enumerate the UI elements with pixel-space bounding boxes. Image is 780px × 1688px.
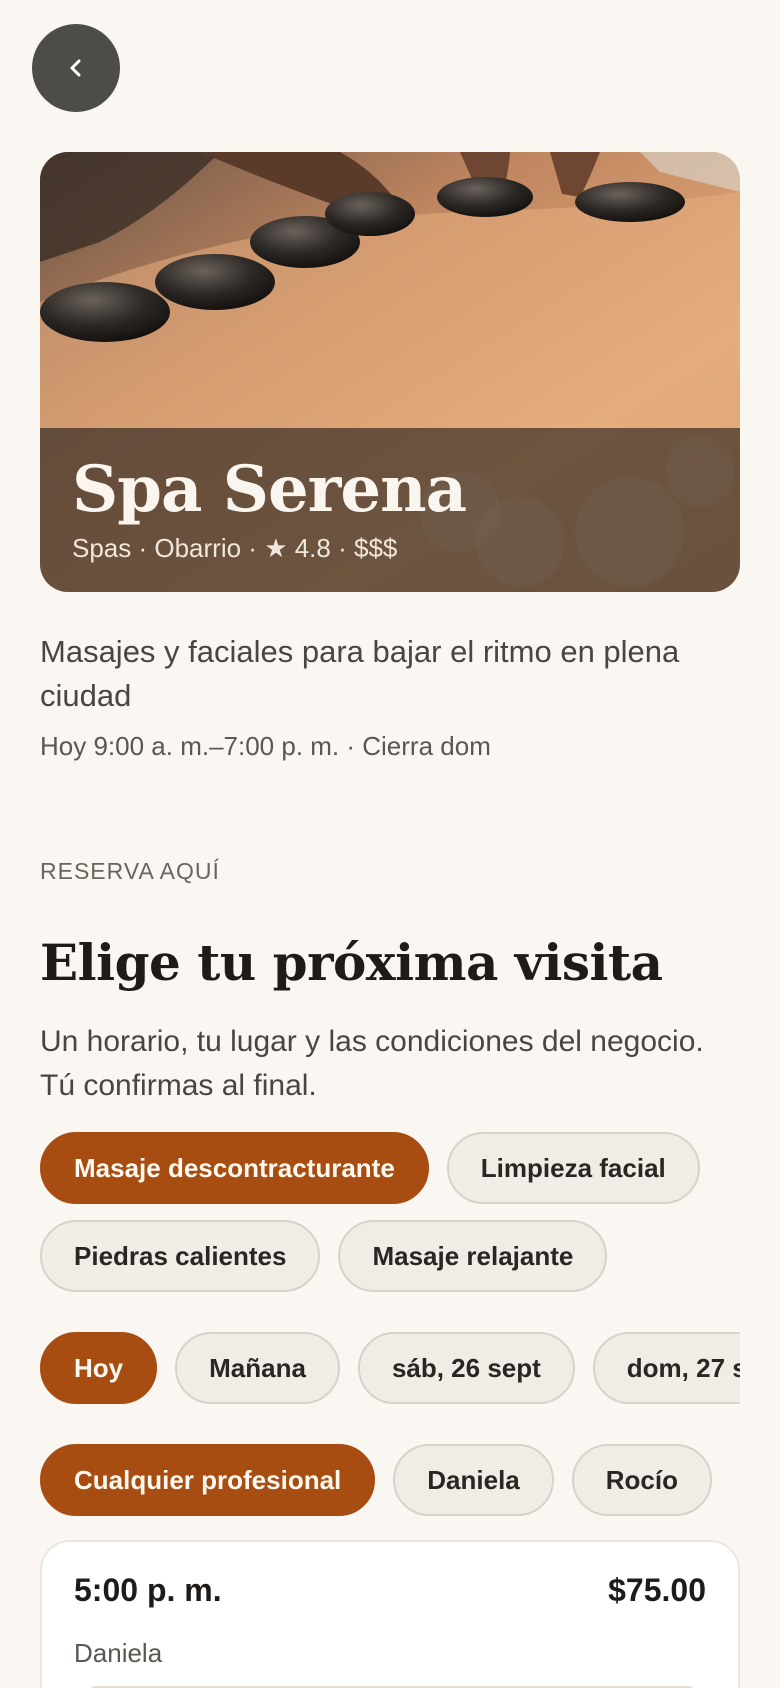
back-button[interactable]	[32, 24, 120, 112]
slot-price: $75.00	[608, 1572, 706, 1608]
service-chips-row-2: Piedras calientes Masaje relajante	[40, 1220, 608, 1292]
date-chip-manana[interactable]: Mañana	[175, 1332, 340, 1404]
booking-subtitle: Un horario, tu lugar y las condiciones d…	[40, 1025, 704, 1102]
service-chips-row-1: Masaje descontracturante Limpieza facial	[40, 1132, 700, 1204]
slot-professional: Daniela	[74, 1638, 163, 1668]
venue-neighborhood: Obarrio	[154, 533, 242, 563]
service-chip-piedras-calientes[interactable]: Piedras calientes	[40, 1220, 321, 1292]
service-chip-masaje-relajante[interactable]: Masaje relajante	[338, 1220, 608, 1292]
professional-chip-daniela[interactable]: Daniela	[393, 1444, 554, 1516]
venue-description: Masajes y faciales para bajar el ritmo e…	[40, 634, 680, 713]
hero-info-overlay: Spa Serena Spas · Obarrio · ★ 4.8 · $$$	[40, 428, 740, 592]
venue-rating: ★ 4.8	[264, 533, 331, 563]
date-chip-hoy[interactable]: Hoy	[40, 1332, 158, 1404]
venue-meta: Spas · Obarrio · ★ 4.8 · $$$	[72, 533, 398, 563]
booking-title: Elige tu próxima visita	[40, 933, 663, 992]
date-chip-sab-26[interactable]: sáb, 26 sept	[357, 1332, 575, 1404]
chevron-left-icon	[70, 59, 81, 77]
professional-chip-any[interactable]: Cualquier profesional	[40, 1444, 376, 1516]
time-slot-card[interactable]: 5:00 p. m. $75.00 Daniela	[40, 1540, 740, 1688]
booking-eyebrow: RESERVA AQUÍ	[40, 858, 220, 884]
slot-time: 5:00 p. m.	[74, 1572, 222, 1608]
venue-category: Spas	[72, 533, 132, 563]
hero-card: Spa Serena Spas · Obarrio · ★ 4.8 · $$$	[40, 152, 740, 592]
date-chips: Hoy Mañana sáb, 26 sept dom, 27 sept	[40, 1332, 740, 1404]
service-chip-limpieza-facial[interactable]: Limpieza facial	[446, 1132, 700, 1204]
professional-chip-rocio[interactable]: Rocío	[571, 1444, 712, 1516]
professional-chips: Cualquier profesional Daniela Rocío	[40, 1444, 712, 1516]
date-chip-dom-27[interactable]: dom, 27 sept	[592, 1332, 740, 1404]
service-chip-masaje-descontracturante[interactable]: Masaje descontracturante	[40, 1132, 429, 1204]
venue-hours: Hoy 9:00 a. m.–7:00 p. m. · Cierra dom	[40, 731, 491, 761]
venue-price-level: $$$	[353, 533, 398, 563]
venue-name: Spa Serena	[72, 452, 467, 527]
